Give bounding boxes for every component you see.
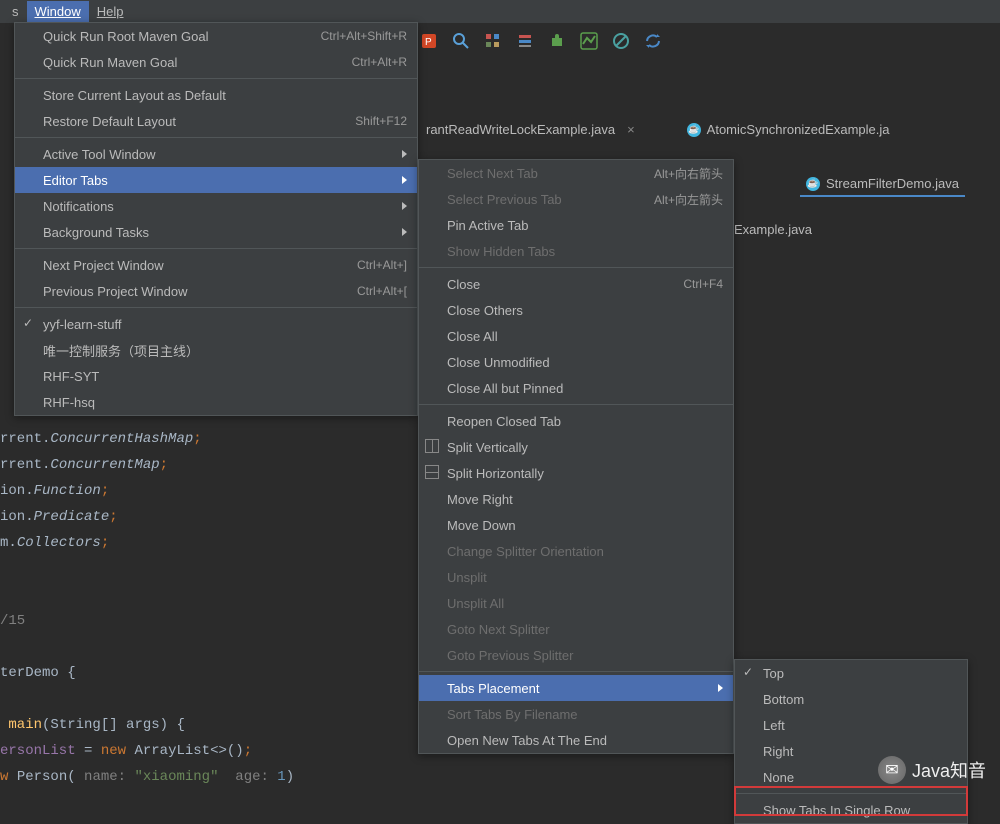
menu-store-layout[interactable]: Store Current Layout as Default [15, 82, 417, 108]
menu-split-horizontally[interactable]: Split Horizontally [419, 460, 733, 486]
menu-unsplit: Unsplit [419, 564, 733, 590]
menubar-item-s[interactable]: s [4, 1, 27, 22]
code-editor[interactable]: rrent.ConcurrentHashMap; rrent.Concurren… [0, 426, 294, 790]
menu-move-right[interactable]: Move Right [419, 486, 733, 512]
check-icon: ✓ [23, 316, 33, 330]
menu-next-project-window[interactable]: Next Project WindowCtrl+Alt+] [15, 252, 417, 278]
window-menu: Quick Run Root Maven GoalCtrl+Alt+Shift+… [14, 22, 418, 416]
menu-separator [15, 248, 417, 249]
editor-tabs-row3: Example.java [734, 222, 812, 237]
menu-separator [15, 137, 417, 138]
menu-close-all-but-pinned[interactable]: Close All but Pinned [419, 375, 733, 401]
menu-background-tasks[interactable]: Background Tasks [15, 219, 417, 245]
menu-show-tabs-single-row[interactable]: Show Tabs In Single Row [735, 797, 967, 823]
menu-separator [419, 404, 733, 405]
menu-quick-run-maven[interactable]: Quick Run Maven GoalCtrl+Alt+R [15, 49, 417, 75]
menu-close-all[interactable]: Close All [419, 323, 733, 349]
menu-close[interactable]: CloseCtrl+F4 [419, 271, 733, 297]
tab-label: AtomicSynchronizedExample.ja [707, 122, 890, 137]
menu-separator [419, 267, 733, 268]
menu-quick-run-root-maven[interactable]: Quick Run Root Maven GoalCtrl+Alt+Shift+… [15, 23, 417, 49]
no-entry-icon[interactable] [612, 32, 630, 50]
tab-stream-filter[interactable]: ☕ StreamFilterDemo.java [800, 172, 965, 197]
menu-select-prev-tab: Select Previous TabAlt+向左箭头 [419, 186, 733, 212]
sync-icon[interactable] [644, 32, 662, 50]
menu-split-vertically[interactable]: Split Vertically [419, 434, 733, 460]
menu-goto-next-splitter: Goto Next Splitter [419, 616, 733, 642]
java-file-icon: ☕ [687, 123, 701, 137]
wechat-icon: ✉ [878, 756, 906, 784]
menu-select-next-tab: Select Next TabAlt+向右箭头 [419, 160, 733, 186]
tab-reentrant-lock[interactable]: rantReadWriteLockExample.java × [420, 118, 641, 141]
watermark: ✉ Java知音 [878, 756, 986, 784]
menu-goto-prev-splitter: Goto Previous Splitter [419, 642, 733, 668]
menu-separator [15, 307, 417, 308]
close-icon[interactable]: × [627, 122, 635, 137]
menu-sort-tabs-by-filename: Sort Tabs By Filename [419, 701, 733, 727]
java-file-icon: ☕ [806, 177, 820, 191]
menu-separator [735, 793, 967, 794]
editor-tabs-row: rantReadWriteLockExample.java × ☕ AtomicSy… [420, 118, 895, 141]
menu-tabs-placement[interactable]: Tabs Placement [419, 675, 733, 701]
menu-change-splitter-orientation: Change Splitter Orientation [419, 538, 733, 564]
check-icon: ✓ [743, 665, 753, 679]
tab-label: rantReadWriteLockExample.java [426, 122, 615, 137]
menubar-item-window[interactable]: Window [27, 1, 89, 22]
search-icon[interactable] [452, 32, 470, 50]
menu-pin-active-tab[interactable]: Pin Active Tab [419, 212, 733, 238]
svg-text:P: P [425, 37, 432, 48]
menu-separator [15, 78, 417, 79]
menu-placement-top[interactable]: ✓Top [735, 660, 967, 686]
menu-separator [419, 671, 733, 672]
tab-label: Example.java [734, 222, 812, 237]
menu-close-others[interactable]: Close Others [419, 297, 733, 323]
menu-project-unique[interactable]: 唯一控制服务（项目主线） [15, 337, 417, 363]
menubar-item-help[interactable]: Help [89, 1, 132, 22]
ppt-icon[interactable]: P [420, 32, 438, 50]
editor-tabs-row2: ☕ StreamFilterDemo.java [800, 172, 965, 197]
toolbar: P [420, 32, 662, 50]
menu-project-yyf[interactable]: ✓yyf-learn-stuff [15, 311, 417, 337]
menu-active-tool-window[interactable]: Active Tool Window [15, 141, 417, 167]
structure-icon[interactable] [484, 32, 502, 50]
align-icon[interactable] [516, 32, 534, 50]
menu-notifications[interactable]: Notifications [15, 193, 417, 219]
menu-placement-bottom[interactable]: Bottom [735, 686, 967, 712]
watermark-text: Java知音 [912, 757, 986, 783]
menu-placement-left[interactable]: Left [735, 712, 967, 738]
menu-reopen-closed-tab[interactable]: Reopen Closed Tab [419, 408, 733, 434]
split-vertical-icon [425, 439, 441, 455]
editor-tabs-submenu: Select Next TabAlt+向右箭头 Select Previous … [418, 159, 734, 754]
menu-close-unmodified[interactable]: Close Unmodified [419, 349, 733, 375]
menu-project-syt[interactable]: RHF-SYT [15, 363, 417, 389]
menu-editor-tabs[interactable]: Editor Tabs [15, 167, 417, 193]
menu-open-new-tabs-at-end[interactable]: Open New Tabs At The End [419, 727, 733, 753]
menu-project-hsq[interactable]: RHF-hsq [15, 389, 417, 415]
menu-unsplit-all: Unsplit All [419, 590, 733, 616]
split-horizontal-icon [425, 465, 441, 481]
chart-icon[interactable] [580, 32, 598, 50]
menu-show-hidden-tabs: Show Hidden Tabs [419, 238, 733, 264]
menu-restore-layout[interactable]: Restore Default LayoutShift+F12 [15, 108, 417, 134]
menu-prev-project-window[interactable]: Previous Project WindowCtrl+Alt+[ [15, 278, 417, 304]
puzzle-icon[interactable] [548, 32, 566, 50]
menubar: s Window Help [0, 0, 1000, 24]
tab-label: StreamFilterDemo.java [826, 176, 959, 191]
tabs-placement-submenu: ✓Top Bottom Left Right None Show Tabs In… [734, 659, 968, 824]
tab-atomic-sync[interactable]: ☕ AtomicSynchronizedExample.ja [681, 118, 896, 141]
menu-move-down[interactable]: Move Down [419, 512, 733, 538]
